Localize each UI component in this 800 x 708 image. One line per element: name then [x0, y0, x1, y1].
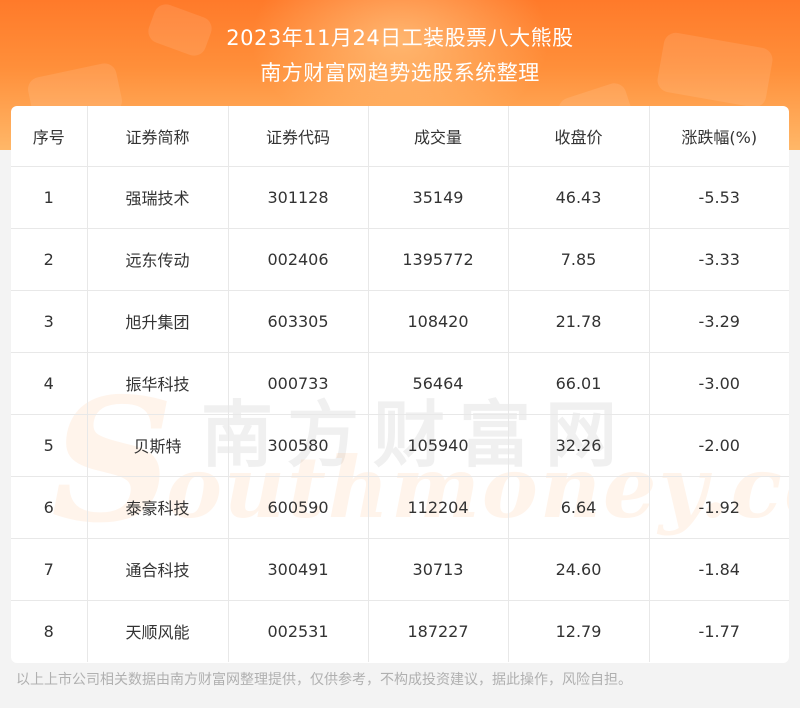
table-row: 5 贝斯特 300580 105940 32.26 -2.00 — [11, 414, 789, 477]
cell-index: 7 — [11, 538, 88, 601]
cell-change: -3.33 — [649, 228, 789, 291]
table-row: 2 远东传动 002406 1395772 7.85 -3.33 — [11, 228, 789, 291]
cell-index: 1 — [11, 166, 88, 229]
cell-name: 振华科技 — [87, 352, 229, 415]
cell-change: -1.92 — [649, 476, 789, 539]
cell-code: 603305 — [228, 290, 369, 353]
page-subtitle: 南方财富网趋势选股系统整理 — [260, 61, 540, 85]
cell-index: 3 — [11, 290, 88, 353]
table-row: 8 天顺风能 002531 187227 12.79 -1.77 — [11, 600, 789, 662]
cell-name: 通合科技 — [87, 538, 229, 601]
cell-change: -1.77 — [698, 621, 740, 641]
cell-name: 贝斯特 — [87, 414, 229, 477]
cell-name: 天顺风能 — [87, 600, 229, 662]
column-header-code: 证券代码 — [228, 106, 369, 167]
cell-code: 300491 — [228, 538, 369, 601]
cell-index: 5 — [11, 414, 88, 477]
cell-code: 300580 — [228, 414, 369, 477]
column-header-close: 收盘价 — [508, 106, 650, 167]
cell-close: 7.85 — [508, 228, 650, 291]
cell-volume: 1395772 — [368, 228, 509, 291]
cell-code: 600590 — [228, 476, 369, 539]
table-row: 6 泰豪科技 600590 112204 6.64 -1.92 — [11, 476, 789, 539]
cell-code: 002531 — [228, 600, 369, 662]
cell-volume: 187227 — [368, 600, 509, 662]
cell-index: 8 — [11, 600, 88, 662]
page-title: 2023年11月24日工装股票八大熊股 — [226, 26, 574, 50]
column-header-change: 涨跌幅(%) — [649, 106, 789, 167]
cell-index: 6 — [11, 476, 88, 539]
table-row: 1 强瑞技术 301128 35149 46.43 -5.53 — [11, 166, 789, 229]
cell-volume: 108420 — [368, 290, 509, 353]
cell-volume: 112204 — [368, 476, 509, 539]
cell-name: 旭升集团 — [87, 290, 229, 353]
cell-code: 000733 — [228, 352, 369, 415]
cell-change: -3.29 — [649, 290, 789, 353]
footer-disclaimer: 以上上市公司相关数据由南方财富网整理提供，仅供参考，不构成投资建议，据此操作，风… — [16, 672, 632, 688]
cell-volume: 30713 — [368, 538, 509, 601]
cell-code: 301128 — [228, 166, 369, 229]
cell-volume: 35149 — [368, 166, 509, 229]
cell-close: 66.01 — [508, 352, 650, 415]
cell-index: 4 — [11, 352, 88, 415]
cell-name: 泰豪科技 — [87, 476, 229, 539]
table-row: 3 旭升集团 603305 108420 21.78 -3.29 — [11, 290, 789, 353]
column-header-volume: 成交量 — [368, 106, 509, 167]
cell-change: -3.00 — [649, 352, 789, 415]
cell-name: 远东传动 — [87, 228, 229, 291]
stock-table: 序号 证券简称 证券代码 成交量 收盘价 涨跌幅(%) 1 强瑞技术 30112… — [11, 106, 789, 662]
cell-close: 46.43 — [508, 166, 650, 229]
cell-close: 6.64 — [508, 476, 650, 539]
cell-index: 2 — [11, 228, 88, 291]
cell-close: 24.60 — [508, 538, 650, 601]
table-row: 4 振华科技 000733 56464 66.01 -3.00 — [11, 352, 789, 415]
cell-change: -2.00 — [649, 414, 789, 477]
cell-change: -5.53 — [649, 166, 789, 229]
column-header-name: 证券简称 — [87, 106, 229, 167]
cell-volume: 56464 — [368, 352, 509, 415]
cell-code: 002406 — [228, 228, 369, 291]
column-header-index: 序号 — [11, 106, 88, 167]
cell-close: 12.79 — [508, 600, 650, 662]
table-row: 7 通合科技 300491 30713 24.60 -1.84 — [11, 538, 789, 601]
table-header-row: 序号 证券简称 证券代码 成交量 收盘价 涨跌幅(%) — [11, 106, 789, 167]
cell-name: 强瑞技术 — [87, 166, 229, 229]
cell-change: -1.84 — [649, 538, 789, 601]
cell-close: 32.26 — [508, 414, 650, 477]
cell-volume: 105940 — [368, 414, 509, 477]
data-table-card: S 南方财富网 outhmoney.com 序号 证券简称 证券代码 成交量 收… — [11, 106, 789, 663]
cell-close: 21.78 — [508, 290, 650, 353]
